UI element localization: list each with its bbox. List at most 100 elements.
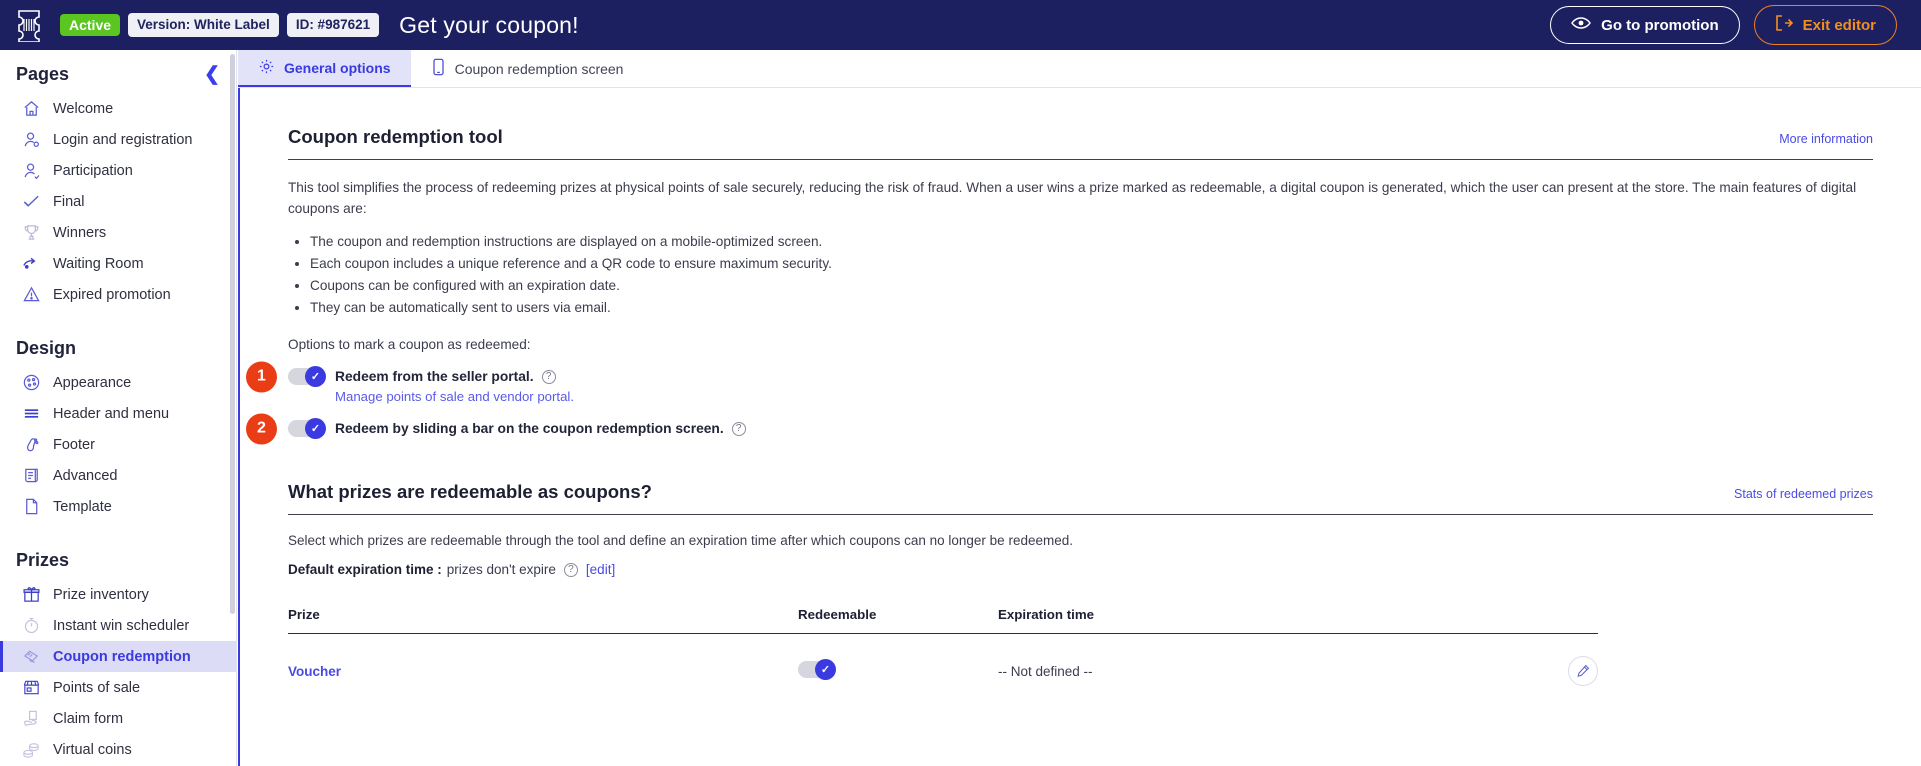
sidebar-item-header-and-menu[interactable]: Header and menu: [0, 398, 236, 429]
column-header-redeemable: Redeemable: [798, 607, 998, 635]
gift-icon: [22, 585, 41, 604]
sidebar-item-template[interactable]: Template: [0, 491, 236, 522]
chevron-left-icon[interactable]: ❮: [204, 65, 220, 84]
sidebar-item-label: Appearance: [53, 374, 132, 391]
sidebar-item-login-and-registration[interactable]: Login and registration: [0, 124, 236, 155]
column-header-prize: Prize: [288, 607, 798, 635]
manage-points-of-sale-link[interactable]: Manage points of sale and vendor portal.: [335, 389, 1873, 404]
warning-triangle-icon: [22, 285, 41, 304]
toggle-row-sliding-bar: 2 ✓ Redeem by sliding a bar on the coupo…: [246, 413, 1873, 445]
trophy-icon: [22, 223, 41, 242]
sidebar-item-footer[interactable]: Footer: [0, 429, 236, 460]
user-add-icon: [22, 161, 41, 180]
sidebar-item-welcome[interactable]: Welcome: [0, 93, 236, 124]
exit-arrow-icon: [1775, 15, 1793, 35]
status-badge: Active: [60, 14, 121, 36]
sidebar-item-virtual-coins[interactable]: Virtual coins: [0, 734, 236, 765]
sidebar-item-label: Final: [53, 193, 85, 210]
go-to-promotion-button[interactable]: Go to promotion: [1550, 6, 1740, 44]
sidebar-section-pages: Pages ❮: [0, 50, 236, 93]
redeemable-prizes-header: What prizes are redeemable as coupons? S…: [288, 481, 1873, 516]
claim-hand-icon: [22, 709, 41, 728]
sidebar-item-label: Virtual coins: [53, 741, 132, 758]
sidebar-item-advanced[interactable]: Advanced: [0, 460, 236, 491]
sidebar-item-coupon-redemption[interactable]: Coupon redemption: [0, 641, 236, 672]
section-title: What prizes are redeemable as coupons?: [288, 481, 652, 503]
question-mark-icon[interactable]: ?: [563, 562, 578, 577]
toggle-redeem-from-seller-portal[interactable]: ✓: [288, 366, 326, 388]
tab-label: Coupon redemption screen: [454, 60, 624, 77]
options-label: Options to mark a coupon as redeemed:: [288, 337, 531, 353]
default-expiration-row: Default expiration time : prizes don't e…: [288, 562, 1873, 577]
toggle-label: Redeem by sliding a bar on the coupon re…: [335, 421, 724, 437]
main-content: Coupon redemption tool More information …: [238, 88, 1921, 766]
tab-coupon-redemption-screen[interactable]: Coupon redemption screen: [411, 50, 644, 87]
exit-editor-button[interactable]: Exit editor: [1753, 5, 1897, 45]
annotation-badge-1: 1: [246, 361, 277, 393]
more-information-link[interactable]: More information: [1779, 132, 1873, 146]
exit-editor-label: Exit editor: [1802, 16, 1876, 34]
eye-icon: [1571, 16, 1592, 34]
stats-of-redeemed-prizes-link[interactable]: Stats of redeemed prizes: [1734, 487, 1873, 501]
top-app-bar: Active Version: White Label ID: #987621 …: [0, 0, 1921, 50]
toggle-redeem-by-sliding-bar[interactable]: ✓: [288, 418, 326, 440]
sidebar-item-appearance[interactable]: Appearance: [0, 367, 236, 398]
sidebar-item-points-of-sale[interactable]: Points of sale: [0, 672, 236, 703]
sidebar-item-claim-form[interactable]: Claim form: [0, 703, 236, 734]
sidebar-item-expired-promotion[interactable]: Expired promotion: [0, 279, 236, 310]
table-header-row: Prize Redeemable Expiration time: [288, 607, 1598, 635]
menu-lines-icon: [22, 404, 41, 423]
sidebar-item-winners[interactable]: Winners: [0, 217, 236, 248]
question-mark-icon[interactable]: ?: [731, 421, 746, 436]
sidebar-section-prizes: Prizes: [0, 536, 236, 579]
tab-label: General options: [284, 59, 391, 76]
sidebar-item-label: Participation: [53, 162, 133, 179]
topbar-actions: Go to promotion Exit editor: [1550, 5, 1897, 45]
sidebar: Pages ❮ Welcome Login and registration P…: [0, 50, 237, 766]
sidebar-item-instant-win-scheduler[interactable]: Instant win scheduler: [0, 610, 236, 641]
sidebar-item-label: Instant win scheduler: [53, 617, 190, 634]
sidebar-item-label: Welcome: [53, 100, 114, 117]
sidebar-item-participation[interactable]: Participation: [0, 155, 236, 186]
page-icon: [22, 497, 41, 516]
prizes-table: Prize Redeemable Expiration time Voucher…: [288, 607, 1598, 687]
gear-icon: [258, 58, 275, 78]
cell-prize: Voucher: [288, 634, 798, 687]
sidebar-item-final[interactable]: Final: [0, 186, 236, 217]
sidebar-item-prize-inventory[interactable]: Prize inventory: [0, 579, 236, 610]
stopwatch-icon: [22, 616, 41, 635]
user-login-icon: [22, 130, 41, 149]
table-row: Voucher ✓ -- Not defined --: [288, 634, 1598, 687]
list-item: Coupons can be configured with an expira…: [310, 275, 1873, 297]
home-icon: [22, 99, 41, 118]
sidebar-item-label: Template: [53, 498, 112, 515]
content-tabs: General options Coupon redemption screen: [238, 50, 1921, 88]
question-mark-icon[interactable]: ?: [541, 369, 556, 384]
sidebar-section-title: Prizes: [16, 550, 70, 570]
pencil-edit-icon[interactable]: [1568, 656, 1598, 687]
sidebar-item-waiting-room[interactable]: Waiting Room: [0, 248, 236, 279]
sidebar-item-label: Prize inventory: [53, 586, 149, 603]
footprint-icon: [22, 435, 41, 454]
tab-general-options[interactable]: General options: [238, 50, 411, 87]
ticket-icon[interactable]: [14, 8, 44, 43]
sidebar-item-label: Coupon redemption: [53, 648, 191, 665]
prize-name-link[interactable]: Voucher: [288, 664, 341, 679]
coupon-redemption-tool-header: Coupon redemption tool More information: [288, 126, 1873, 160]
edit-expiration-link[interactable]: [edit]: [586, 562, 615, 577]
check-icon: ✓: [815, 659, 836, 681]
toggle-row-seller-portal: 1 ✓ Redeem from the seller portal. ?: [246, 361, 1873, 393]
sidebar-section-design: Design: [0, 324, 236, 367]
annotation-badge-2: 2: [246, 413, 277, 445]
go-to-promotion-label: Go to promotion: [1601, 16, 1719, 34]
page-title: Get your coupon!: [399, 11, 579, 38]
palette-icon: [22, 373, 41, 392]
toggle-prize-redeemable[interactable]: ✓: [798, 659, 836, 681]
default-expiration-label: Default expiration time :: [288, 562, 442, 578]
waiting-room-icon: [22, 254, 41, 273]
mobile-phone-icon: [431, 58, 446, 79]
sidebar-item-label: Claim form: [53, 710, 124, 727]
sidebar-section-title: Pages: [16, 64, 70, 84]
store-icon: [22, 678, 41, 697]
coupon-hand-icon: [22, 647, 41, 666]
